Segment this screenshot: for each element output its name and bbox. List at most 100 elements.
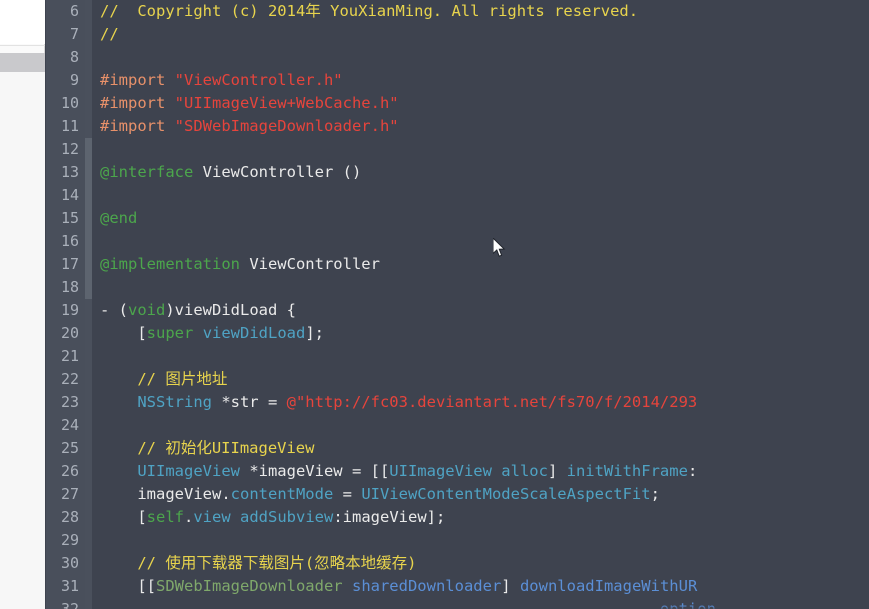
code-token: [ <box>100 324 147 342</box>
code-token: : <box>687 462 698 480</box>
gutter-line-number: 11 <box>60 117 79 135</box>
code-line[interactable] <box>92 414 716 437</box>
code-token: self <box>146 508 184 526</box>
code-line[interactable]: // Copyright (c) 2014年 YouXianMing. All … <box>92 0 716 23</box>
code-token: void <box>128 301 166 319</box>
gutter-line-number: 6 <box>69 2 79 20</box>
code-token: // 初始化UIImageView <box>100 439 315 457</box>
source-code-area[interactable]: // Copyright (c) 2014年 YouXianMing. All … <box>92 0 869 609</box>
code-token: "ViewController.h" <box>174 71 343 89</box>
code-line[interactable]: option <box>92 598 716 609</box>
code-token: contentMode <box>230 485 334 503</box>
gutter-line-number: 28 <box>60 508 79 526</box>
fold-segment[interactable] <box>85 138 92 184</box>
navigator-header-strip <box>0 0 45 44</box>
gutter-line-number: 17 <box>60 255 79 273</box>
gutter-line-number: 21 <box>60 347 79 365</box>
gutter-line-number: 19 <box>60 301 79 319</box>
code-line[interactable] <box>92 138 716 161</box>
code-token: ]; <box>305 324 325 342</box>
code-token: UIViewContentModeScaleAspectFit <box>361 485 651 503</box>
code-token: - ( <box>100 301 128 319</box>
gutter-line-number: 26 <box>60 462 79 480</box>
code-line[interactable]: UIImageView *imageView = [[UIImageView a… <box>92 460 716 483</box>
xcode-editor-window: 6 7 8 9 10 11 12 13 14 15 16 17 18 19 20 21 22 23 24 25 26 27… <box>0 0 869 609</box>
code-token: view <box>193 508 231 526</box>
gutter-line-number: 25 <box>60 439 79 457</box>
code-line[interactable]: imageView.contentMode = UIViewContentMod… <box>92 483 716 506</box>
code-token: ViewController () <box>193 163 362 181</box>
gutter-line-number: 27 <box>60 485 79 503</box>
code-line[interactable]: // <box>92 23 716 46</box>
gutter-line-number: 18 <box>60 278 79 296</box>
project-navigator-panel[interactable] <box>0 0 45 609</box>
code-token: sharedDownloader <box>351 577 502 595</box>
fold-segment[interactable] <box>85 230 92 276</box>
code-token: initWithFrame <box>566 462 688 480</box>
code-line[interactable] <box>92 46 716 69</box>
gutter-line-number: 29 <box>60 531 79 549</box>
code-line[interactable] <box>92 184 716 207</box>
code-line[interactable]: #import "ViewController.h" <box>92 69 716 92</box>
gutter-line-number: 20 <box>60 324 79 342</box>
code-token: *imageView = [[ <box>239 462 390 480</box>
code-token: // <box>100 25 119 43</box>
code-token: ViewController <box>239 255 380 273</box>
code-token: ] <box>547 462 567 480</box>
code-token: )viewDidLoad { <box>165 301 296 319</box>
code-token: viewDidLoad <box>202 324 306 342</box>
code-line[interactable] <box>92 230 716 253</box>
code-token: downloadImageWithUR <box>519 577 698 595</box>
code-token: ; <box>650 485 660 503</box>
gutter-line-number: 15 <box>60 209 79 227</box>
code-token: super <box>146 324 194 342</box>
fold-segment[interactable] <box>85 184 92 230</box>
gutter-line-number: 16 <box>60 232 79 250</box>
code-line[interactable]: @end <box>92 207 716 230</box>
navigator-selected-row[interactable] <box>0 53 45 72</box>
gutter-line-number: 22 <box>60 370 79 388</box>
editor-gutter[interactable]: 6 7 8 9 10 11 12 13 14 15 16 17 18 19 20 21 22 23 24 25 26 27… <box>46 0 85 609</box>
code-token: SDWebImageDownloader <box>156 577 343 595</box>
code-line[interactable]: [self.view addSubview:imageView]; <box>92 506 716 529</box>
code-line[interactable]: // 初始化UIImageView <box>92 437 716 460</box>
code-line[interactable] <box>92 345 716 368</box>
code-line[interactable]: #import "UIImageView+WebCache.h" <box>92 92 716 115</box>
gutter-line-number: 10 <box>60 94 79 112</box>
code-line[interactable] <box>92 529 716 552</box>
gutter-line-number: 23 <box>60 393 79 411</box>
code-lines[interactable]: // Copyright (c) 2014年 YouXianMing. All … <box>92 0 716 609</box>
gutter-line-number: 14 <box>60 186 79 204</box>
gutter-line-number: 7 <box>69 25 79 43</box>
code-line[interactable]: [[SDWebImageDownloader sharedDownloader]… <box>92 575 716 598</box>
navigator-list[interactable] <box>0 72 45 609</box>
code-folding-ribbon[interactable] <box>85 0 92 609</box>
code-token: // 图片地址 <box>100 370 228 388</box>
fold-segment[interactable] <box>85 276 92 299</box>
code-line[interactable]: @interface ViewController () <box>92 161 716 184</box>
code-token: = <box>333 485 362 503</box>
gutter-line-number: 30 <box>60 554 79 572</box>
code-line[interactable] <box>92 276 716 299</box>
code-token: ] <box>501 577 520 595</box>
gutter-line-number: 24 <box>60 416 79 434</box>
gutter-line-numbers: 6 7 8 9 10 11 12 13 14 15 16 17 18 19 20 21 22 23 24 25 26 27… <box>46 0 85 609</box>
code-token: @implementation <box>100 255 240 273</box>
code-line[interactable]: @implementation ViewController <box>92 253 716 276</box>
code-token: #import <box>100 117 175 135</box>
code-token: . <box>184 508 194 526</box>
code-line[interactable]: #import "SDWebImageDownloader.h" <box>92 115 716 138</box>
code-line[interactable]: // 使用下载器下载图片(忽略本地缓存) <box>92 552 716 575</box>
code-token: @interface <box>100 163 194 181</box>
code-line[interactable]: - (void)viewDidLoad { <box>92 299 716 322</box>
navigator-separator <box>0 45 45 46</box>
code-token: #import <box>100 94 175 112</box>
code-line[interactable]: NSString *str = @"http://fc03.deviantart… <box>92 391 716 414</box>
code-line[interactable]: // 图片地址 <box>92 368 716 391</box>
gutter-line-number: 8 <box>69 48 79 66</box>
code-token: [ <box>100 508 147 526</box>
code-line[interactable]: [super viewDidLoad]; <box>92 322 716 345</box>
